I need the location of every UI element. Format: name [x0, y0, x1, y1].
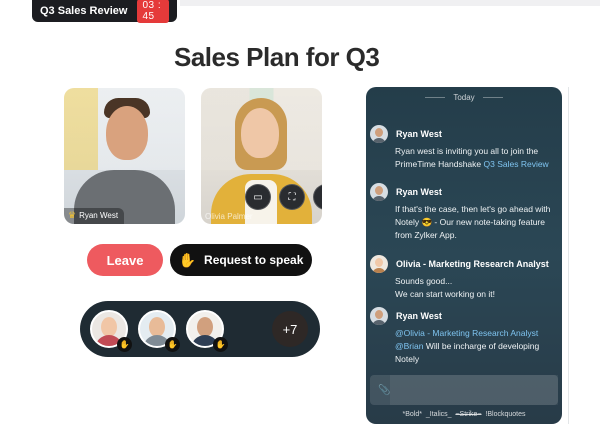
more-participants-button[interactable]: +7: [272, 311, 308, 347]
mention-link[interactable]: @Brian: [395, 341, 423, 351]
avatar[interactable]: [370, 307, 388, 325]
message-sender: Olivia - Marketing Research Analyst: [396, 259, 549, 269]
avatar[interactable]: [370, 125, 388, 143]
sunglasses-emoji-icon: 😎: [421, 217, 433, 227]
request-to-speak-label: Request to speak: [204, 253, 304, 267]
raise-hand-icon: ✋: [178, 251, 197, 268]
meeting-title: Q3 Sales Review: [40, 5, 128, 17]
page-title: Sales Plan for Q3: [174, 42, 380, 72]
chat-icon[interactable]: ▣: [313, 184, 322, 210]
participant-avatar[interactable]: ✋: [138, 310, 180, 352]
video-tile-participant[interactable]: Olivia Palmer ▭ ⛶ ▣: [201, 88, 322, 224]
request-to-speak-button[interactable]: ✋ Request to speak: [170, 244, 312, 276]
meeting-timer: 03 : 45: [137, 0, 169, 23]
message-sender: Ryan West: [396, 129, 442, 139]
message-input-field[interactable]: [390, 375, 558, 405]
date-label: Today: [453, 93, 475, 102]
avatar[interactable]: [370, 255, 388, 273]
chat-message: Ryan West Ryan west is inviting you all …: [370, 125, 558, 171]
message-text: If that's the case, then let's go ahead …: [395, 204, 551, 240]
fullscreen-icon[interactable]: ⛶: [279, 184, 305, 210]
format-hint: *Bold* _Italics_ ~Strike~ !Blockquotes: [402, 411, 526, 418]
crown-icon: ♛: [68, 210, 77, 220]
meeting-header: Q3 Sales Review 03 : 45: [32, 0, 177, 23]
chat-message: Ryan West @Olivia - Marketing Research A…: [370, 307, 558, 366]
picture-in-picture-icon[interactable]: ▭: [245, 184, 271, 210]
tile-name: Ryan West: [79, 211, 119, 220]
raise-hand-icon: ✋: [213, 337, 228, 352]
message-text: @Olivia - Marketing Research Analyst @Br…: [395, 328, 540, 364]
top-bar: [180, 0, 600, 6]
message-text: Ryan west is inviting you all to join th…: [395, 146, 549, 169]
chat-panel: Today Ryan West Ryan west is inviting yo…: [366, 87, 562, 424]
participant-video: [64, 88, 185, 224]
date-separator: Today: [366, 93, 562, 102]
chat-message: Olivia - Marketing Research Analyst Soun…: [370, 255, 558, 301]
message-sender: Ryan West: [396, 311, 442, 321]
participants-bar[interactable]: ✋ ✋ ✋ +7: [80, 301, 320, 357]
participant-avatar[interactable]: ✋: [186, 310, 228, 352]
meeting-link[interactable]: Q3 Sales Review: [484, 159, 549, 169]
tile-controls: ▭ ⛶ ▣: [245, 184, 322, 210]
raise-hand-icon: ✋: [117, 337, 132, 352]
divider: [568, 87, 569, 424]
message-sender: Ryan West: [396, 187, 442, 197]
avatar[interactable]: [370, 183, 388, 201]
chat-message: Ryan West If that's the case, then let's…: [370, 183, 558, 242]
mention-link[interactable]: @Olivia - Marketing Research Analyst: [395, 328, 538, 338]
tile-name-tag: ♛ Ryan West: [64, 208, 125, 224]
message-input[interactable]: 📎: [370, 375, 558, 405]
tile-name-tag: Olivia Palmer: [201, 210, 259, 224]
leave-button[interactable]: Leave: [87, 244, 163, 276]
message-text: Sounds good... We can start working on i…: [395, 276, 495, 299]
participant-avatar[interactable]: ✋: [90, 310, 132, 352]
attachment-icon[interactable]: 📎: [378, 385, 390, 396]
tile-name: Olivia Palmer: [205, 212, 253, 221]
raise-hand-icon: ✋: [165, 337, 180, 352]
video-tile-host[interactable]: ♛ Ryan West: [64, 88, 185, 224]
